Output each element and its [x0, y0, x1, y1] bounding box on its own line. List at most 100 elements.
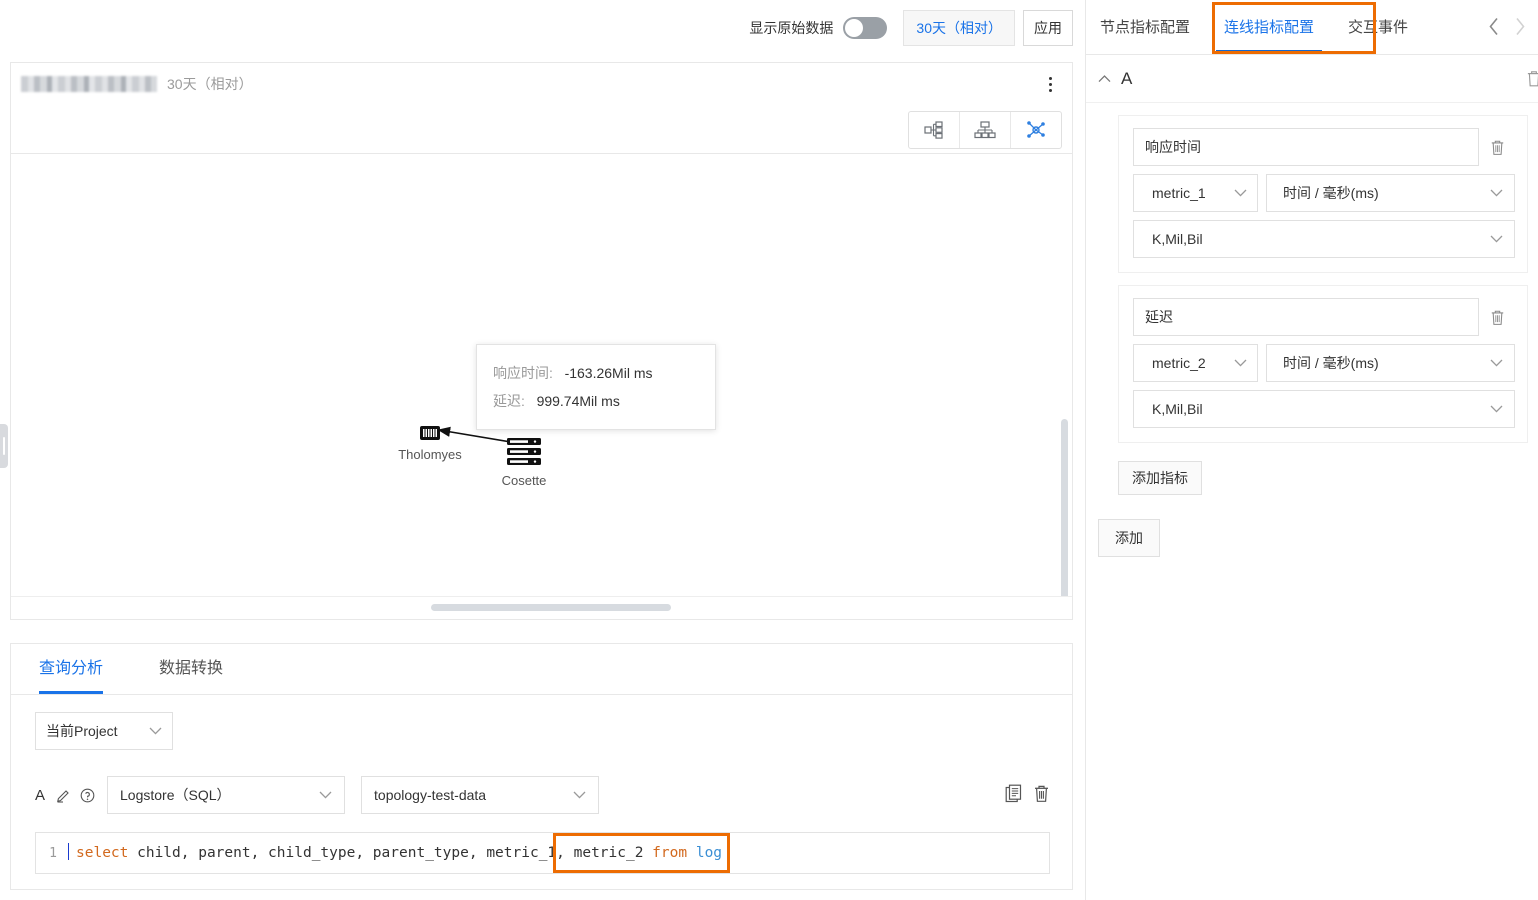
metric-group-title: A: [1121, 68, 1133, 88]
topology-config-screen: 显示原始数据 30天（相对） 应用 30天（相对） 响应时间: -163.26M…: [0, 0, 1538, 900]
chevron-down-icon: [559, 791, 586, 799]
sql-text[interactable]: select child, parent, child_type, parent…: [66, 833, 730, 873]
query-tabs: 查询分析 数据转换: [11, 644, 1072, 695]
node-label: Tholomyes: [398, 447, 462, 462]
sql-metric-columns: metric_1, metric_2: [486, 845, 644, 861]
node-label: Cosette: [501, 473, 547, 488]
metric-format-value: K,Mil,Bil: [1152, 231, 1203, 247]
add-group-row: 添加: [1098, 519, 1538, 557]
logstore-value: topology-test-data: [374, 787, 487, 803]
metric-alias-input[interactable]: 响应时间: [1133, 128, 1479, 166]
chevron-down-icon: [1490, 405, 1503, 413]
tooltip-value: -163.26Mil ms: [564, 365, 653, 381]
metric-format-select[interactable]: K,Mil,Bil: [1133, 390, 1515, 428]
add-metric-button[interactable]: 添加指标: [1118, 461, 1202, 495]
topology-chart-card: 30天（相对） 响应时间: -163.26Mil ms 延迟: 999.74Mi…: [10, 62, 1073, 620]
raw-data-toggle[interactable]: [843, 16, 888, 39]
tab-node-metric-config[interactable]: 节点指标配置: [1100, 0, 1190, 54]
editor-line-number: 1: [49, 845, 57, 861]
right-config-panel: 节点指标配置 连线指标配置 交互事件 A 响应时间 metric_1 时间 / …: [1085, 0, 1538, 900]
sql-keyword-from: from: [643, 845, 696, 861]
source-type-select[interactable]: Logstore（SQL）: [107, 776, 346, 814]
time-range-button[interactable]: 30天（相对）: [903, 9, 1015, 46]
metric-alias-row: 响应时间: [1133, 128, 1515, 166]
question-circle-icon[interactable]: [77, 788, 97, 803]
raw-data-label: 显示原始数据: [749, 19, 834, 36]
tooltip-row: 延迟: 999.74Mil ms: [493, 387, 699, 415]
server-node-icon: [507, 438, 541, 465]
tab-query-analysis[interactable]: 查询分析: [39, 644, 104, 694]
chevron-left-icon[interactable]: [1482, 12, 1506, 40]
sql-table: log: [695, 845, 723, 861]
tooltip-key: 延迟:: [493, 393, 525, 409]
force-layout-icon[interactable]: [1011, 112, 1061, 148]
metric-block: 响应时间 metric_1 时间 / 毫秒(ms) K,Mil,Bil: [1118, 115, 1528, 273]
graph-vertical-scrollbar[interactable]: [1061, 419, 1068, 597]
metric-field-value: metric_2: [1152, 355, 1206, 371]
chevron-down-icon: [149, 727, 162, 735]
metric-field-row: metric_2 时间 / 毫秒(ms): [1133, 344, 1515, 382]
trash-icon[interactable]: [1479, 139, 1515, 156]
chart-title-blurred: [21, 76, 157, 92]
metric-alias-input[interactable]: 延迟: [1133, 298, 1479, 336]
logstore-select[interactable]: topology-test-data: [361, 776, 600, 814]
scrollbar-thumb[interactable]: [431, 604, 671, 611]
metric-unit-value: 时间 / 毫秒(ms): [1283, 355, 1379, 371]
left-collapse-handle[interactable]: [0, 424, 8, 468]
tooltip-key: 响应时间:: [493, 365, 553, 381]
query-row-actions: [1005, 784, 1050, 806]
tab-interaction-events[interactable]: 交互事件: [1348, 0, 1408, 54]
metric-group-header: A: [1086, 55, 1538, 103]
sql-keyword: select: [76, 845, 138, 861]
top-toolbar: 显示原始数据 30天（相对） 应用: [0, 0, 1085, 55]
chevron-down-icon: [1234, 189, 1247, 197]
query-panel: 查询分析 数据转换 当前Project A Logstore（SQL） topo…: [10, 643, 1073, 890]
copy-icon[interactable]: [1005, 784, 1023, 806]
tab-data-transform[interactable]: 数据转换: [159, 644, 223, 694]
sql-editor[interactable]: 1 select child, parent, child_type, pare…: [35, 832, 1050, 874]
project-select[interactable]: 当前Project: [35, 712, 173, 750]
graph-horizontal-scrollbar[interactable]: [11, 596, 1072, 619]
tree-layout-icon[interactable]: [909, 112, 960, 148]
chevron-down-icon: [1490, 235, 1503, 243]
metric-alias-row: 延迟: [1133, 298, 1515, 336]
chevron-down-icon: [1490, 359, 1503, 367]
metric-unit-select[interactable]: 时间 / 毫秒(ms): [1266, 344, 1515, 382]
text-caret: [68, 843, 69, 860]
metric-format-value: K,Mil,Bil: [1152, 401, 1203, 417]
project-select-value: 当前Project: [46, 723, 118, 739]
metric-unit-value: 时间 / 毫秒(ms): [1283, 185, 1379, 201]
metric-field-value: metric_1: [1152, 185, 1206, 201]
trash-icon[interactable]: [1033, 784, 1050, 806]
metric-field-row: metric_1 时间 / 毫秒(ms): [1133, 174, 1515, 212]
trash-icon[interactable]: [1526, 69, 1538, 91]
metric-format-select[interactable]: K,Mil,Bil: [1133, 220, 1515, 258]
chevron-down-icon: [1490, 189, 1503, 197]
gateway-node-icon: [420, 426, 440, 440]
pencil-icon[interactable]: [53, 788, 73, 803]
chart-card-header: 30天（相对）: [11, 63, 1072, 105]
sql-columns: child, parent, child_type, parent_type,: [137, 845, 487, 861]
add-metric-row: 添加指标: [1118, 461, 1538, 495]
metric-field-select[interactable]: metric_2: [1133, 344, 1258, 382]
metric-field-select[interactable]: metric_1: [1133, 174, 1258, 212]
apply-button[interactable]: 应用: [1023, 9, 1073, 46]
graph-tooltip: 响应时间: -163.26Mil ms 延迟: 999.74Mil ms: [476, 344, 716, 430]
chevron-down-icon: [1234, 359, 1247, 367]
more-vertical-icon[interactable]: [1040, 73, 1060, 95]
chevron-up-icon[interactable]: [1098, 73, 1114, 85]
query-letter: A: [35, 786, 46, 804]
topology-graph-canvas[interactable]: 响应时间: -163.26Mil ms 延迟: 999.74Mil ms Tho…: [11, 153, 1072, 597]
graph-node[interactable]: Tholomyes: [395, 425, 465, 462]
chart-subtitle: 30天（相对）: [167, 76, 253, 92]
metric-block: 延迟 metric_2 时间 / 毫秒(ms) K,Mil,Bil: [1118, 285, 1528, 443]
add-button[interactable]: 添加: [1098, 519, 1160, 557]
chevron-right-icon[interactable]: [1508, 12, 1532, 40]
trash-icon[interactable]: [1479, 309, 1515, 326]
tab-edge-metric-config[interactable]: 连线指标配置: [1216, 0, 1323, 54]
metric-unit-select[interactable]: 时间 / 毫秒(ms): [1266, 174, 1515, 212]
hierarchy-layout-icon[interactable]: [960, 112, 1011, 148]
tooltip-row: 响应时间: -163.26Mil ms: [493, 359, 699, 387]
graph-node[interactable]: Cosette: [497, 437, 551, 488]
tooltip-value: 999.74Mil ms: [536, 393, 620, 409]
